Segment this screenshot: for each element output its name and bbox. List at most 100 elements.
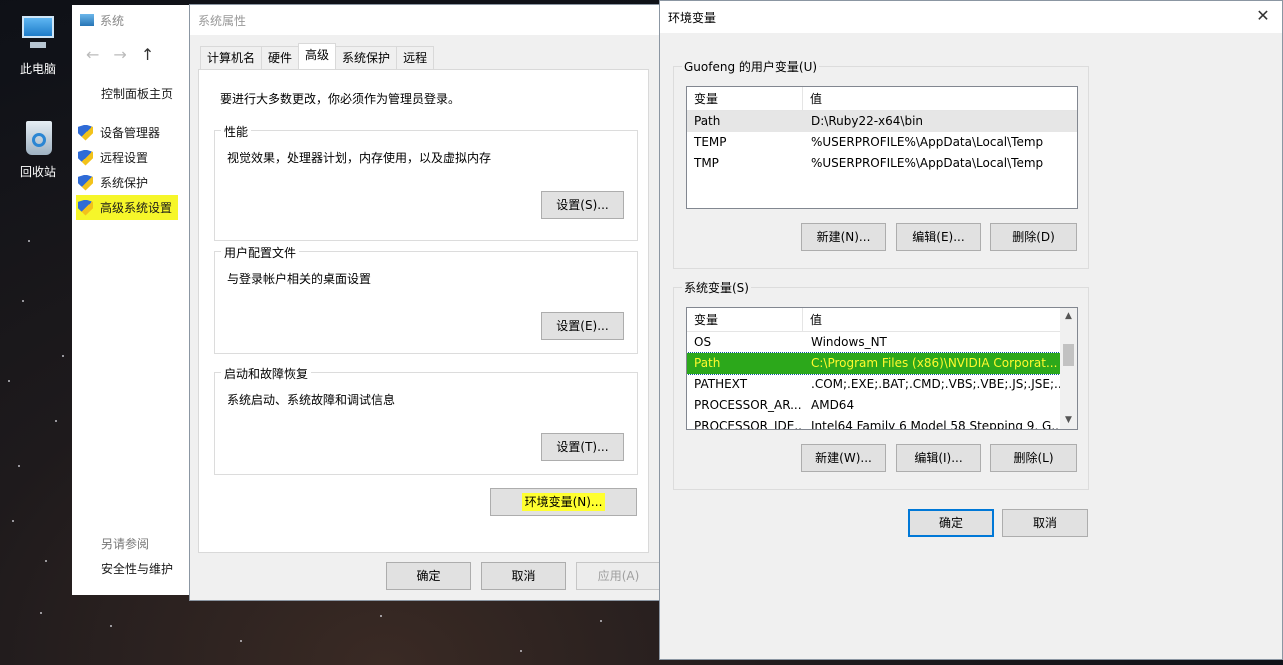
system-variables-list[interactable]: 变量 值 OS Windows_NT Path C:\Program Files…	[686, 307, 1078, 430]
forward-arrow-icon[interactable]: →	[113, 45, 140, 64]
column-header-variable[interactable]: 变量	[687, 87, 803, 110]
variable-value: %USERPROFILE%\AppData\Local\Temp	[811, 135, 1044, 149]
variable-name: PROCESSOR_AR...	[694, 398, 802, 412]
list-item[interactable]: PROCESSOR_AR... AMD64	[687, 395, 1060, 416]
props-tabs: 计算机名 硬件 高级 系统保护 远程	[200, 43, 435, 69]
variable-name: Path	[694, 356, 721, 370]
user-profiles-group: 用户配置文件 与登录帐户相关的桌面设置 设置(E)...	[214, 244, 638, 354]
shield-icon	[78, 124, 93, 141]
tab-remote[interactable]: 远程	[396, 46, 435, 69]
desktop-icon-label: 回收站	[19, 165, 56, 179]
variable-name: TEMP	[694, 135, 727, 149]
user-delete-button[interactable]: 删除(D)	[990, 223, 1077, 251]
list-item[interactable]: TEMP %USERPROFILE%\AppData\Local\Temp	[687, 132, 1077, 153]
env-cancel-button[interactable]: 取消	[1002, 509, 1088, 537]
tab-system-protection[interactable]: 系统保护	[335, 46, 398, 69]
tab-advanced[interactable]: 高级	[298, 43, 337, 69]
link-label: 远程设置	[100, 151, 149, 165]
device-manager-link[interactable]: 设备管理器	[78, 120, 178, 145]
desktop-icon-recycle-bin[interactable]: 回收站	[8, 115, 68, 180]
variable-name: Path	[694, 114, 721, 128]
nav-bar: ←→↑	[86, 45, 168, 64]
user-new-button[interactable]: 新建(N)...	[801, 223, 886, 251]
remote-settings-link[interactable]: 远程设置	[78, 145, 178, 170]
variable-name: PROCESSOR_IDE...	[694, 419, 803, 430]
tab-computer-name[interactable]: 计算机名	[200, 46, 263, 69]
list-item-selected[interactable]: Path C:\Program Files (x86)\NVIDIA Corpo…	[687, 352, 1061, 375]
system-variables-group: 系统变量(S) 变量 值 OS Windows_NT Path C:\Progr…	[673, 279, 1089, 490]
variable-value: %USERPROFILE%\AppData\Local\Temp	[811, 156, 1044, 170]
list-item[interactable]: PROCESSOR_IDE... Intel64 Family 6 Model …	[687, 416, 1060, 430]
props-titlebar: 系统属性	[190, 5, 661, 35]
props-title: 系统属性	[198, 13, 247, 28]
user-variables-title: Guofeng 的用户变量(U)	[682, 58, 820, 75]
list-header: 变量 值	[687, 87, 1077, 111]
advanced-system-settings-link[interactable]: 高级系统设置	[76, 195, 179, 220]
column-header-value[interactable]: 值	[803, 308, 822, 331]
props-apply-button[interactable]: 应用(A)	[576, 562, 661, 590]
system-new-button[interactable]: 新建(W)...	[801, 444, 886, 472]
props-ok-button[interactable]: 确定	[386, 562, 471, 590]
system-properties-dialog: 系统属性 计算机名 硬件 高级 系统保护 远程 要进行大多数更改，你必须作为管理…	[189, 4, 662, 601]
system-window: 系统 ←→↑ 控制面板主页 设备管理器 远程设置 系统保护 高级系统设置 另请参…	[72, 5, 197, 595]
list-item[interactable]: OS Windows_NT	[687, 332, 1060, 353]
variable-name: PATHEXT	[694, 377, 748, 391]
tab-hardware[interactable]: 硬件	[261, 46, 300, 69]
shield-icon	[78, 174, 93, 191]
shield-icon	[78, 149, 93, 166]
performance-title: 性能	[221, 123, 252, 140]
desktop-icon-this-pc[interactable]: 此电脑	[8, 12, 68, 77]
system-variables-title: 系统变量(S)	[682, 279, 751, 296]
performance-group: 性能 视觉效果，处理器计划，内存使用，以及虚拟内存 设置(S)...	[214, 123, 638, 241]
see-also-heading: 另请参阅	[101, 537, 150, 551]
user-profiles-desc: 与登录帐户相关的桌面设置	[227, 272, 372, 286]
system-title: 系统	[100, 13, 125, 28]
environment-variables-button[interactable]: 环境变量(N)...	[490, 488, 637, 516]
scroll-down-icon[interactable]: ▼	[1060, 412, 1077, 429]
startup-recovery-settings-button[interactable]: 设置(T)...	[541, 433, 624, 461]
column-header-variable[interactable]: 变量	[687, 308, 803, 331]
system-delete-button[interactable]: 删除(L)	[990, 444, 1077, 472]
env-title: 环境变量	[668, 10, 717, 25]
user-profiles-settings-button[interactable]: 设置(E)...	[541, 312, 624, 340]
user-edit-button[interactable]: 编辑(E)...	[896, 223, 981, 251]
back-arrow-icon[interactable]: ←	[86, 45, 113, 64]
performance-desc: 视觉效果，处理器计划，内存使用，以及虚拟内存	[227, 151, 492, 165]
startup-recovery-desc: 系统启动、系统故障和调试信息	[227, 393, 396, 407]
environment-variables-dialog: 环境变量 ✕ Guofeng 的用户变量(U) 变量 值 Path D:\Rub…	[659, 0, 1283, 660]
security-maintenance-link[interactable]: 安全性与维护	[101, 560, 173, 577]
system-protection-link[interactable]: 系统保护	[78, 170, 178, 195]
list-item[interactable]: Path D:\Ruby22-x64\bin	[687, 111, 1077, 132]
startup-recovery-title: 启动和故障恢复	[221, 365, 312, 382]
variable-value: AMD64	[811, 398, 855, 412]
system-links: 设备管理器 远程设置 系统保护 高级系统设置	[76, 120, 179, 220]
list-header: 变量 值	[687, 308, 1060, 332]
system-edit-button[interactable]: 编辑(I)...	[896, 444, 981, 472]
up-arrow-icon[interactable]: ↑	[141, 45, 168, 64]
startup-recovery-group: 启动和故障恢复 系统启动、系统故障和调试信息 设置(T)...	[214, 365, 638, 475]
column-header-value[interactable]: 值	[803, 87, 822, 110]
control-panel-home-link[interactable]: 控制面板主页	[101, 85, 173, 102]
link-label: 设备管理器	[100, 126, 161, 140]
variable-value: Intel64 Family 6 Model 58 Stepping 9, G.…	[811, 419, 1060, 430]
desktop-icon-label: 此电脑	[19, 62, 56, 76]
list-item[interactable]: TMP %USERPROFILE%\AppData\Local\Temp	[687, 153, 1077, 174]
scroll-thumb[interactable]	[1063, 344, 1074, 366]
system-variables-scrollbar[interactable]: ▲ ▼	[1060, 308, 1077, 429]
user-profiles-title: 用户配置文件	[221, 244, 300, 261]
performance-settings-button[interactable]: 设置(S)...	[541, 191, 624, 219]
list-item[interactable]: PATHEXT .COM;.EXE;.BAT;.CMD;.VBS;.VBE;.J…	[687, 374, 1060, 395]
environment-variables-label: 环境变量(N)...	[521, 493, 606, 511]
user-variables-list[interactable]: 变量 值 Path D:\Ruby22-x64\bin TEMP %USERPR…	[686, 86, 1078, 209]
system-icon	[80, 14, 94, 26]
env-ok-button[interactable]: 确定	[908, 509, 994, 537]
variable-name: OS	[694, 335, 712, 349]
env-titlebar: 环境变量	[660, 1, 1282, 33]
advanced-tab-pane: 要进行大多数更改，你必须作为管理员登录。 性能 视觉效果，处理器计划，内存使用，…	[198, 69, 649, 553]
props-cancel-button[interactable]: 取消	[481, 562, 566, 590]
link-label: 高级系统设置	[100, 201, 173, 215]
computer-icon	[16, 12, 60, 56]
link-label: 系统保护	[100, 176, 149, 190]
scroll-up-icon[interactable]: ▲	[1060, 308, 1077, 325]
env-close-icon[interactable]: ✕	[1254, 7, 1272, 25]
